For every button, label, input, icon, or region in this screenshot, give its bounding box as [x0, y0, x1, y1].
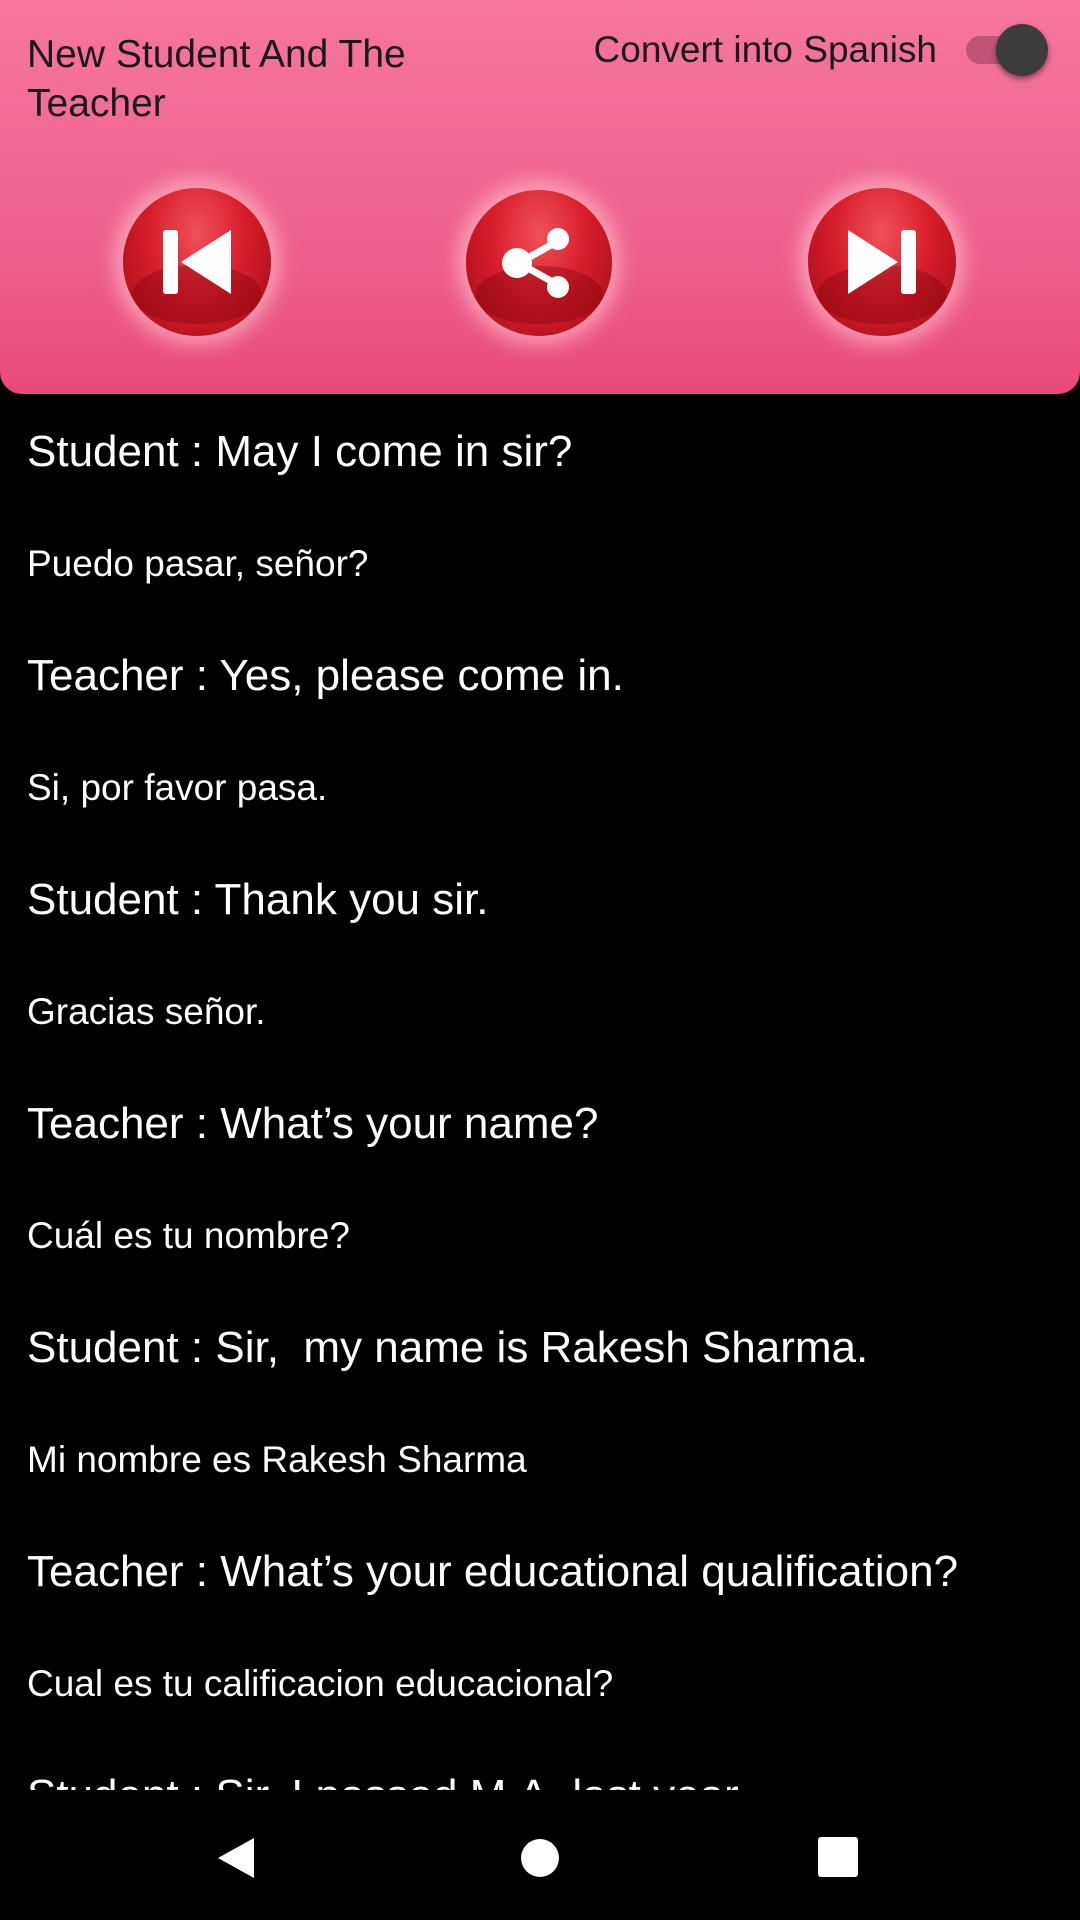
dialogue-line-spanish: Gracias señor.	[27, 991, 266, 1032]
dialogue-line-english: Student : Thank you sir.	[27, 875, 489, 924]
dialogue-line-english: Student : May I come in sir?	[27, 427, 573, 476]
previous-button[interactable]	[123, 188, 271, 336]
dialogue-line-spanish: Cuál es tu nombre?	[27, 1215, 350, 1256]
skip-previous-icon	[163, 230, 231, 294]
header-panel: New Student And The Teacher Convert into…	[0, 0, 1080, 394]
system-navigation-bar	[0, 1790, 1080, 1920]
skip-next-icon	[848, 230, 916, 294]
dialogue-line-english: Teacher : What’s your name?	[27, 1099, 599, 1148]
home-circle-icon[interactable]	[518, 1836, 562, 1880]
dialogue-line-english: Teacher : Yes, please come in.	[27, 651, 624, 700]
back-triangle-icon[interactable]	[214, 1834, 258, 1882]
dialogue-list[interactable]: Student : May I come in sir? Puedo pasar…	[0, 394, 1080, 1790]
share-icon	[502, 228, 569, 298]
dialogue-line-spanish: Mi nombre es Rakesh Sharma	[27, 1439, 527, 1480]
share-button[interactable]	[466, 190, 612, 336]
dialogue-line-english: Teacher : What’s your educational qualif…	[27, 1547, 959, 1596]
spanish-toggle-label: Convert into Spanish	[593, 29, 937, 70]
next-button[interactable]	[808, 188, 956, 336]
toggle-thumb	[996, 24, 1048, 76]
spanish-toggle-switch[interactable]	[966, 24, 1048, 76]
dialogue-line-spanish: Cual es tu calificacion educacional?	[27, 1663, 614, 1704]
dialogue-line-english: Student : Sir, my name is Rakesh Sharma.	[27, 1323, 869, 1372]
dialogue-line-spanish: Si, por favor pasa.	[27, 767, 328, 808]
lesson-title: New Student And The Teacher	[27, 33, 406, 125]
recents-square-icon[interactable]	[817, 1836, 859, 1878]
dialogue-line-english: Student : Sir, I passed M.A. last year.	[27, 1770, 748, 1790]
dialogue-line-spanish: Puedo pasar, señor?	[27, 543, 369, 584]
